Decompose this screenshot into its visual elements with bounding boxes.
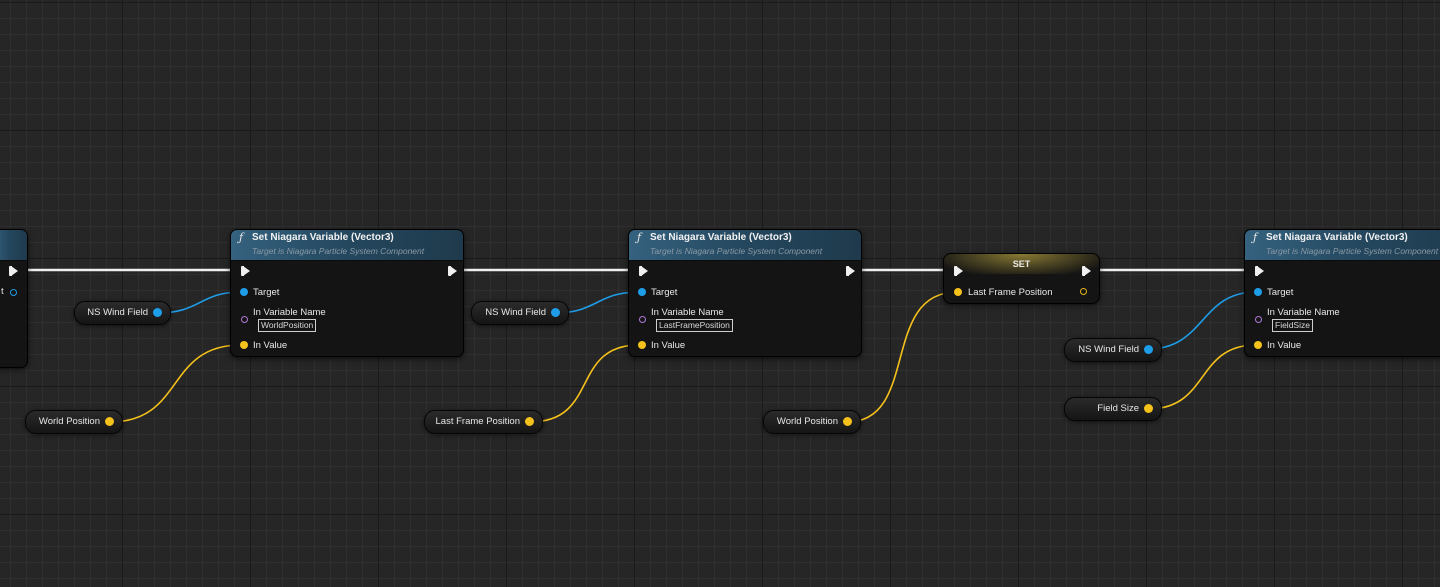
getter-ns-wind-field[interactable]: NS Wind Field — [1064, 338, 1162, 362]
getter-label: NS Wind Field — [485, 307, 546, 318]
partial-left-node[interactable]: t — [0, 229, 28, 368]
node-header: ƒ Set Niagara Variable (Vector3) Target … — [231, 230, 463, 261]
vector-wire — [109, 344, 242, 423]
getter-output-pin[interactable] — [525, 417, 534, 426]
in-value-label: In Value — [253, 340, 288, 351]
getter-label: NS Wind Field — [87, 307, 148, 318]
variable-name-field[interactable]: WorldPosition — [258, 319, 317, 332]
vector-wire — [1147, 344, 1257, 410]
function-icon: ƒ — [1253, 231, 1258, 244]
getter-last-frame-position[interactable]: Last Frame Position — [424, 410, 543, 434]
node-title: Set Niagara Variable (Vector3) — [650, 232, 792, 243]
exec-in-pin[interactable] — [639, 266, 648, 276]
target-label: Target — [253, 287, 280, 298]
output-pin[interactable] — [10, 289, 17, 296]
getter-ns-wind-field[interactable]: NS Wind Field — [74, 301, 171, 325]
getter-label: World Position — [38, 416, 100, 427]
set-niagara-variable-node-1[interactable]: ƒ Set Niagara Variable (Vector3) Target … — [230, 229, 464, 357]
getter-label: NS Wind Field — [1078, 344, 1139, 355]
set-variable-node[interactable]: SET Last Frame Position — [943, 253, 1100, 304]
set-pin-label: Last Frame Position — [968, 287, 1053, 298]
vector-wire — [529, 344, 640, 423]
in-value-label: In Value — [1267, 340, 1302, 351]
exec-out-pin[interactable] — [448, 266, 457, 276]
exec-in-pin[interactable] — [241, 266, 250, 276]
variable-name-label: In Variable Name — [253, 307, 326, 318]
getter-output-pin[interactable] — [1144, 345, 1153, 354]
getter-label: Last Frame Position — [435, 416, 520, 427]
target-pin[interactable] — [240, 288, 248, 296]
variable-name-field[interactable]: FieldSize — [1272, 319, 1313, 332]
variable-name-pin[interactable] — [241, 316, 248, 323]
partial-node-header — [0, 230, 27, 261]
object-wire — [1147, 291, 1257, 350]
getter-label: World Position — [776, 416, 838, 427]
in-value-pin[interactable] — [1254, 341, 1262, 349]
getter-output-pin[interactable] — [105, 417, 114, 426]
getter-output-pin[interactable] — [551, 308, 560, 317]
getter-output-pin[interactable] — [1144, 404, 1153, 413]
node-subtitle: Target is Niagara Particle System Compon… — [650, 246, 823, 256]
node-subtitle: Target is Niagara Particle System Compon… — [252, 246, 425, 256]
set-niagara-variable-node-2[interactable]: ƒ Set Niagara Variable (Vector3) Target … — [628, 229, 862, 357]
node-title: Set Niagara Variable (Vector3) — [252, 232, 394, 243]
exec-out-pin[interactable] — [9, 266, 18, 276]
variable-name-pin[interactable] — [1255, 316, 1262, 323]
in-value-label: In Value — [651, 340, 686, 351]
exec-in-pin[interactable] — [954, 266, 963, 276]
in-value-pin[interactable] — [240, 341, 248, 349]
target-pin[interactable] — [638, 288, 646, 296]
variable-name-field[interactable]: LastFramePosition — [656, 319, 733, 332]
last-frame-position-out-pin[interactable] — [1080, 288, 1087, 295]
getter-label: Field Size — [1097, 403, 1139, 414]
node-subtitle: Target is Niagara Particle System Compon… — [1266, 246, 1439, 256]
vector-wire — [846, 291, 958, 423]
node-header: ƒ Set Niagara Variable (Vector3) Target … — [629, 230, 861, 261]
target-label: Target — [1267, 287, 1294, 298]
set-niagara-variable-node-3[interactable]: ƒ Set Niagara Variable (Vector3) Target … — [1244, 229, 1440, 357]
last-frame-position-in-pin[interactable] — [954, 288, 962, 296]
variable-name-label: In Variable Name — [1267, 307, 1340, 318]
target-label: Target — [651, 287, 678, 298]
set-node-title: SET — [1012, 259, 1031, 269]
getter-output-pin[interactable] — [153, 308, 162, 317]
target-pin[interactable] — [1254, 288, 1262, 296]
exec-out-pin[interactable] — [1082, 266, 1091, 276]
function-icon: ƒ — [637, 231, 642, 244]
getter-world-position[interactable]: World Position — [25, 410, 123, 434]
in-value-pin[interactable] — [638, 341, 646, 349]
exec-in-pin[interactable] — [1255, 266, 1264, 276]
getter-field-size[interactable]: Field Size — [1064, 397, 1162, 421]
node-header: ƒ Set Niagara Variable (Vector3) Target … — [1245, 230, 1440, 261]
getter-output-pin[interactable] — [843, 417, 852, 426]
node-title: Set Niagara Variable (Vector3) — [1266, 232, 1408, 243]
variable-name-label: In Variable Name — [651, 307, 724, 318]
variable-name-pin[interactable] — [639, 316, 646, 323]
exec-out-pin[interactable] — [846, 266, 855, 276]
function-icon: ƒ — [239, 231, 244, 244]
getter-world-position[interactable]: World Position — [763, 410, 861, 434]
partial-pin-label: t — [1, 286, 4, 297]
getter-ns-wind-field[interactable]: NS Wind Field — [471, 301, 569, 325]
